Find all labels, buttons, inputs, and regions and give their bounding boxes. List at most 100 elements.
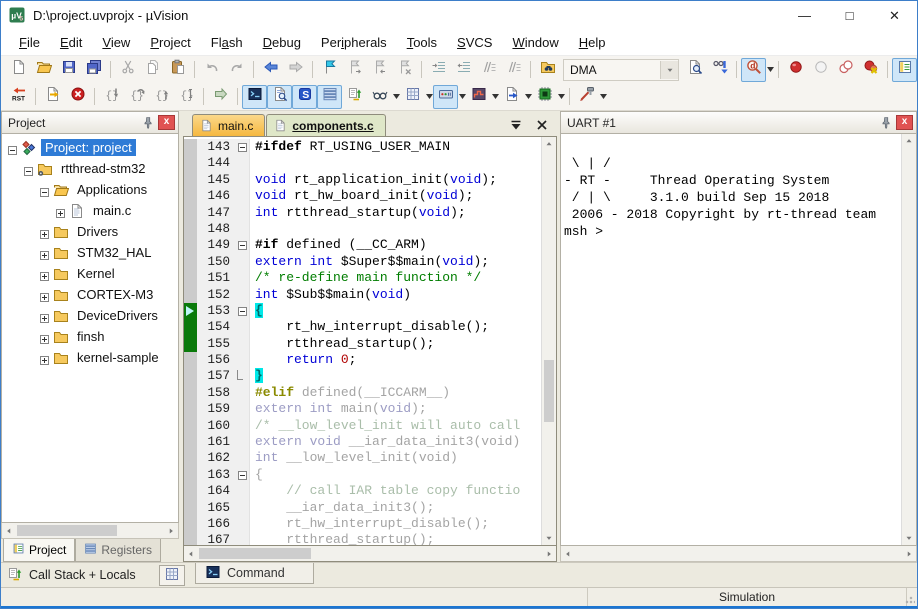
scroll-up-icon[interactable]: [902, 134, 916, 148]
scroll-right-icon[interactable]: [902, 547, 916, 561]
analysis-window-dropdown-icon[interactable]: [492, 94, 499, 99]
scroll-left-icon[interactable]: [561, 547, 575, 561]
tree-item-main-c[interactable]: main.c: [2, 200, 178, 221]
menu-project[interactable]: Project: [140, 32, 200, 53]
uncomment-button[interactable]: [501, 58, 526, 82]
serial-window-dropdown-icon[interactable]: [459, 94, 466, 99]
quick-find-button[interactable]: d: [741, 58, 766, 82]
step-out-button[interactable]: {}: [149, 85, 174, 109]
step-over-button[interactable]: {}: [124, 85, 149, 109]
expander-plus-icon[interactable]: [40, 227, 49, 236]
breakpoint-toggle-button[interactable]: [783, 58, 808, 82]
chevron-down-icon[interactable]: [660, 61, 678, 79]
close-document-icon[interactable]: [534, 117, 550, 138]
project-window-button[interactable]: [892, 58, 917, 82]
uart-vscrollbar[interactable]: [901, 134, 916, 545]
memory-window-button[interactable]: [400, 85, 425, 109]
editor-vscrollbar[interactable]: [541, 137, 556, 545]
menu-debug[interactable]: Debug: [253, 32, 311, 53]
nav-forward-button[interactable]: [283, 58, 308, 82]
serial-window-button[interactable]: [433, 85, 458, 109]
find-in-doc-button[interactable]: [682, 58, 707, 82]
redo-button[interactable]: [224, 58, 249, 82]
tab-list-icon[interactable]: [508, 117, 524, 138]
stop-debug-button[interactable]: [65, 85, 90, 109]
paste-button[interactable]: [165, 58, 190, 82]
indent-button[interactable]: [426, 58, 451, 82]
tree-item-finsh[interactable]: finsh: [2, 326, 178, 347]
tab-main-c[interactable]: main.c: [192, 114, 265, 136]
analysis-window-button[interactable]: [466, 85, 491, 109]
scroll-right-icon[interactable]: [542, 547, 556, 561]
quick-find-dropdown-icon[interactable]: [767, 67, 774, 72]
memory-window-dropdown-icon[interactable]: [426, 94, 433, 99]
expander-minus-icon[interactable]: [8, 143, 17, 152]
project-panel-close-icon[interactable]: x: [158, 115, 175, 130]
scrollbar-thumb[interactable]: [544, 360, 554, 422]
undo-button[interactable]: [199, 58, 224, 82]
debug-toolbox-button[interactable]: [574, 85, 599, 109]
fold-margin[interactable]: [235, 368, 250, 384]
pin-icon[interactable]: [879, 116, 893, 130]
comment-button[interactable]: [476, 58, 501, 82]
scroll-up-icon[interactable]: [542, 137, 556, 151]
copy-button[interactable]: [140, 58, 165, 82]
menu-help[interactable]: Help: [569, 32, 616, 53]
trace-window-dropdown-icon[interactable]: [525, 94, 532, 99]
save-button[interactable]: [56, 58, 81, 82]
memory-window-button[interactable]: [159, 565, 185, 586]
command-window-button[interactable]: [242, 85, 267, 109]
menu-window[interactable]: Window: [502, 32, 568, 53]
breakpoint-kill-all-button[interactable]: [858, 58, 883, 82]
tree-item-devicedrivers[interactable]: DeviceDrivers: [2, 305, 178, 326]
tree-item-rtthread-stm32[interactable]: rtthread-stm32: [2, 158, 178, 179]
bookmark-next-button[interactable]: [342, 58, 367, 82]
trace-window-button[interactable]: [499, 85, 524, 109]
tree-item-applications[interactable]: Applications: [2, 179, 178, 200]
save-all-button[interactable]: [81, 58, 106, 82]
tree-item-kernel-sample[interactable]: kernel-sample: [2, 347, 178, 368]
menu-tools[interactable]: Tools: [397, 32, 447, 53]
run-to-cursor-button[interactable]: {}: [174, 85, 199, 109]
close-button[interactable]: ✕: [872, 1, 917, 30]
registers-window-button[interactable]: [317, 85, 342, 109]
maximize-button[interactable]: □: [827, 1, 872, 30]
expander-minus-icon[interactable]: [40, 185, 49, 194]
scroll-left-icon[interactable]: [184, 547, 198, 561]
bookmark-clear-button[interactable]: [392, 58, 417, 82]
expander-plus-icon[interactable]: [40, 311, 49, 320]
expander-plus-icon[interactable]: [40, 248, 49, 257]
outdent-button[interactable]: [451, 58, 476, 82]
menu-flash[interactable]: Flash: [201, 32, 253, 53]
show-next-statement-button[interactable]: [40, 85, 65, 109]
cut-button[interactable]: [115, 58, 140, 82]
breakpoint-disable-button[interactable]: [808, 58, 833, 82]
scroll-down-icon[interactable]: [542, 531, 556, 545]
menu-svcs[interactable]: SVCS: [447, 32, 502, 53]
expander-plus-icon[interactable]: [40, 353, 49, 362]
command-tab[interactable]: Command: [195, 563, 314, 584]
disassembly-window-button[interactable]: [267, 85, 292, 109]
nav-back-button[interactable]: [258, 58, 283, 82]
menu-view[interactable]: View: [92, 32, 140, 53]
step-into-button[interactable]: {}: [99, 85, 124, 109]
scrollbar-thumb[interactable]: [199, 548, 311, 559]
watch-window-button[interactable]: [367, 85, 392, 109]
find-combobox[interactable]: DMA: [563, 59, 679, 81]
resize-grip[interactable]: [905, 594, 915, 604]
expander-minus-icon[interactable]: [24, 164, 33, 173]
menu-edit[interactable]: Edit: [50, 32, 92, 53]
bookmark-prev-button[interactable]: [367, 58, 392, 82]
tree-item-kernel[interactable]: Kernel: [2, 263, 178, 284]
tree-item-drivers[interactable]: Drivers: [2, 221, 178, 242]
tree-item-stm32-hal[interactable]: STM32_HAL: [2, 242, 178, 263]
menu-peripherals[interactable]: Peripherals: [311, 32, 397, 53]
breakpoint-disable-all-button[interactable]: [833, 58, 858, 82]
panel-tab-project[interactable]: Project: [3, 539, 75, 562]
fold-margin[interactable]: [235, 139, 250, 155]
scroll-down-icon[interactable]: [902, 531, 916, 545]
symbol-window-button[interactable]: S: [292, 85, 317, 109]
fold-margin[interactable]: [235, 303, 250, 319]
bookmark-button[interactable]: [317, 58, 342, 82]
menu-file[interactable]: File: [9, 32, 50, 53]
